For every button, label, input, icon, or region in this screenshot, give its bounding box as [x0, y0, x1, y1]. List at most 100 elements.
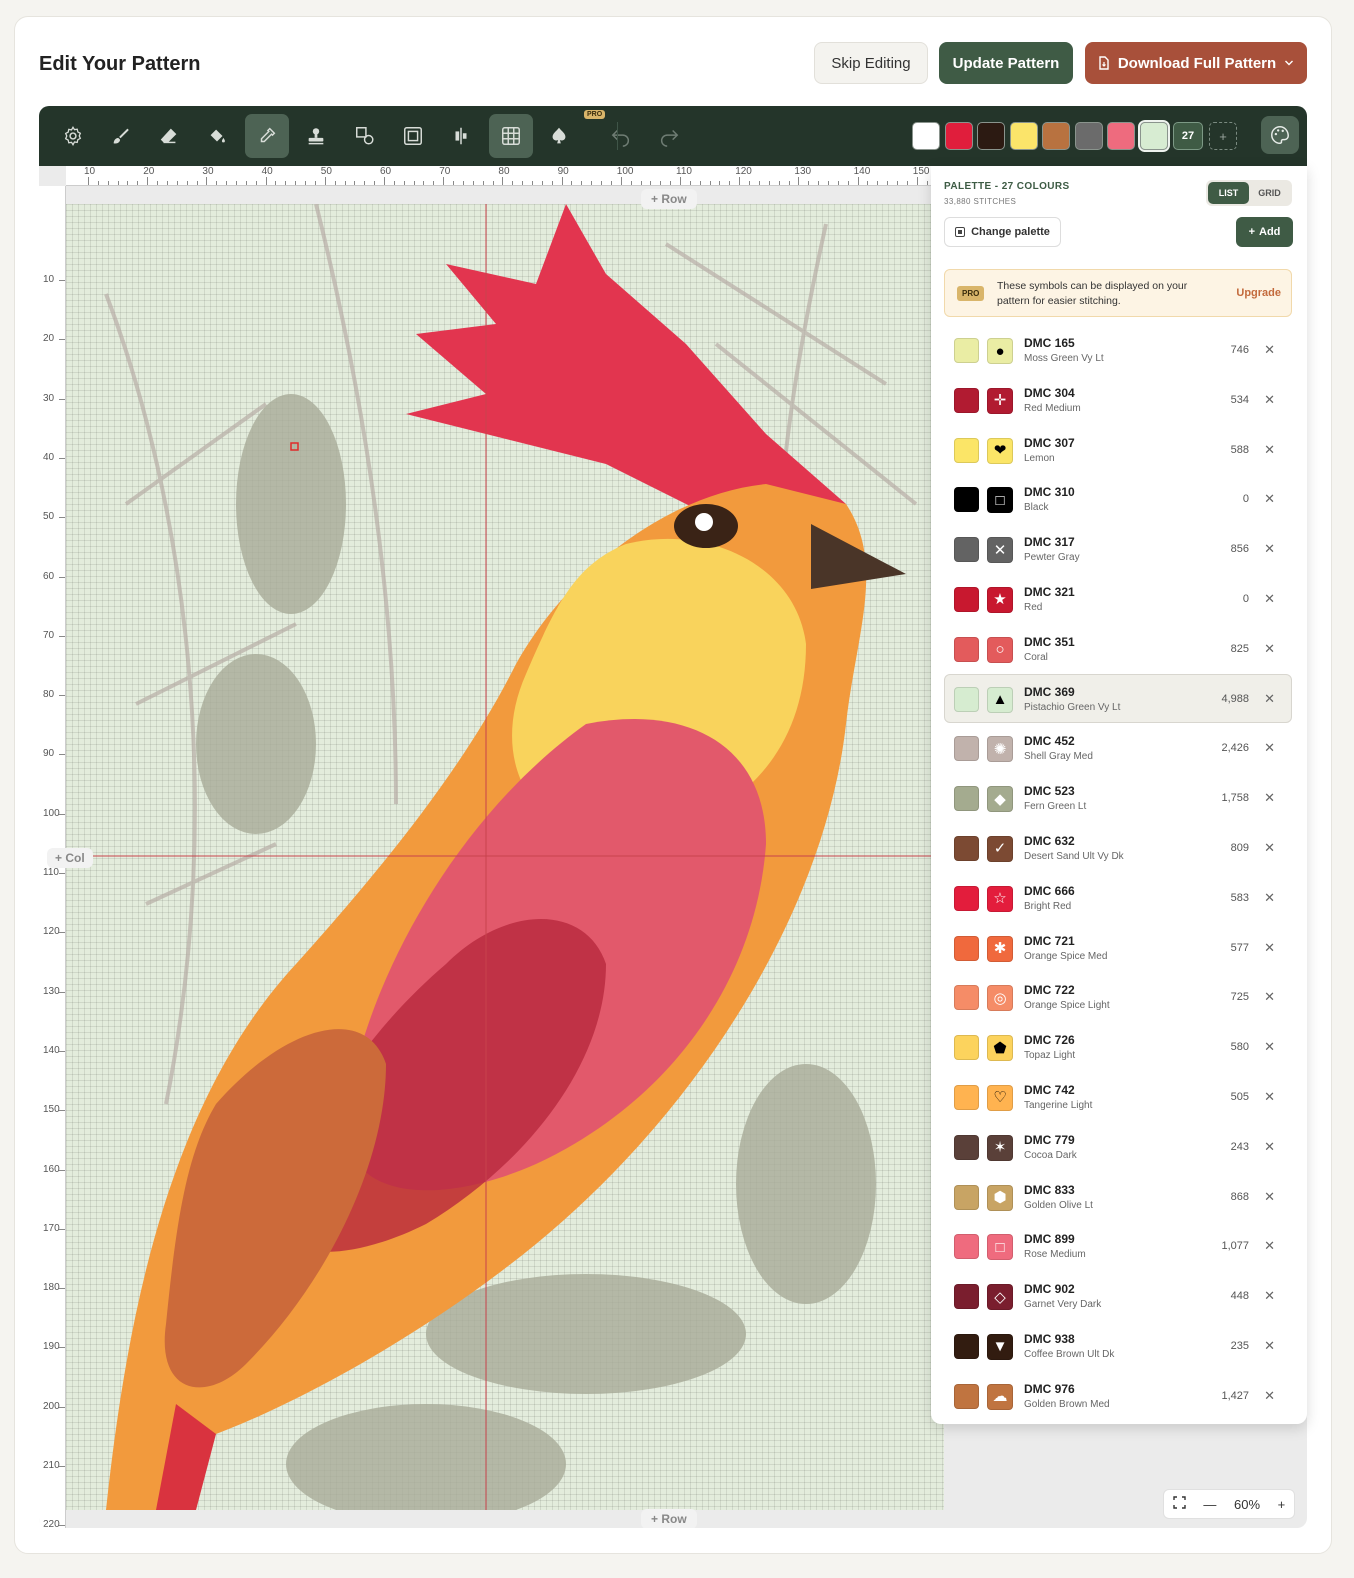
- colour-swatch[interactable]: [954, 1333, 979, 1359]
- colour-swatch[interactable]: [954, 985, 979, 1011]
- remove-colour-button[interactable]: ✕: [1264, 840, 1275, 856]
- palette-row[interactable]: ⬢ DMC 833 Golden Olive Lt 868 ✕: [944, 1172, 1292, 1222]
- palette-row[interactable]: ✶ DMC 779 Cocoa Dark 243 ✕: [944, 1122, 1292, 1172]
- zoom-out-button[interactable]: —: [1203, 1497, 1216, 1512]
- quick-swatch[interactable]: [944, 122, 973, 150]
- quick-swatch[interactable]: [1107, 122, 1135, 150]
- remove-colour-button[interactable]: ✕: [1264, 392, 1275, 408]
- shapes-tool-button[interactable]: [343, 114, 387, 158]
- remove-colour-button[interactable]: ✕: [1264, 691, 1275, 707]
- add-row-top-button[interactable]: + Row: [641, 189, 697, 209]
- colour-swatch[interactable]: [954, 935, 979, 961]
- colour-swatch[interactable]: [954, 1284, 979, 1310]
- remove-colour-button[interactable]: ✕: [1264, 1039, 1275, 1055]
- remove-colour-button[interactable]: ✕: [1264, 1139, 1275, 1155]
- quick-swatch[interactable]: [912, 122, 940, 150]
- remove-colour-button[interactable]: ✕: [1264, 890, 1275, 906]
- palette-row[interactable]: ✓ DMC 632 Desert Sand Ult Vy Dk 809 ✕: [944, 823, 1292, 873]
- skip-editing-button[interactable]: Skip Editing: [814, 42, 928, 84]
- grid-tool-button[interactable]: [489, 114, 533, 158]
- remove-colour-button[interactable]: ✕: [1264, 1238, 1275, 1254]
- change-palette-button[interactable]: Change palette: [944, 217, 1061, 247]
- palette-row[interactable]: ⬟ DMC 726 Topaz Light 580 ✕: [944, 1022, 1292, 1072]
- colour-swatch[interactable]: [954, 835, 979, 861]
- remove-colour-button[interactable]: ✕: [1264, 491, 1275, 507]
- palette-toggle-button[interactable]: [1261, 116, 1299, 154]
- eraser-tool-button[interactable]: [147, 114, 191, 158]
- colour-swatch[interactable]: [954, 636, 979, 662]
- remove-colour-button[interactable]: ✕: [1264, 740, 1275, 756]
- quick-swatch[interactable]: [1137, 120, 1170, 152]
- colour-swatch[interactable]: [954, 1234, 979, 1260]
- remove-colour-button[interactable]: ✕: [1264, 790, 1275, 806]
- palette-row[interactable]: ✕ DMC 317 Pewter Gray 856 ✕: [944, 524, 1292, 574]
- remove-colour-button[interactable]: ✕: [1264, 1089, 1275, 1105]
- remove-colour-button[interactable]: ✕: [1264, 1388, 1275, 1404]
- upgrade-link[interactable]: Upgrade: [1236, 287, 1281, 299]
- quick-swatch[interactable]: [977, 122, 1005, 150]
- palette-row[interactable]: ▲ DMC 369 Pistachio Green Vy Lt 4,988 ✕: [944, 673, 1292, 724]
- quick-swatch[interactable]: [1074, 122, 1103, 150]
- colour-swatch[interactable]: [954, 537, 979, 563]
- remove-colour-button[interactable]: ✕: [1264, 541, 1275, 557]
- grid-view-button[interactable]: GRID: [1249, 182, 1290, 204]
- remove-colour-button[interactable]: ✕: [1264, 1288, 1275, 1304]
- eyedropper-tool-button[interactable]: [245, 114, 289, 158]
- colour-swatch[interactable]: [954, 786, 979, 812]
- spade-tool-button[interactable]: [537, 114, 581, 158]
- add-colour-button[interactable]: + Add: [1236, 217, 1293, 247]
- frame-tool-button[interactable]: [391, 114, 435, 158]
- pattern-canvas[interactable]: [66, 204, 944, 1510]
- palette-row[interactable]: ✛ DMC 304 Red Medium 534 ✕: [944, 375, 1292, 425]
- update-pattern-button[interactable]: Update Pattern: [939, 42, 1073, 84]
- list-view-button[interactable]: LIST: [1208, 182, 1249, 204]
- palette-row[interactable]: □ DMC 899 Rose Medium 1,077 ✕: [944, 1221, 1292, 1271]
- zoom-in-button[interactable]: +: [1278, 1497, 1286, 1512]
- colour-swatch[interactable]: [954, 487, 979, 513]
- palette-row[interactable]: ♡ DMC 742 Tangerine Light 505 ✕: [944, 1072, 1292, 1122]
- palette-row[interactable]: ○ DMC 351 Coral 825 ✕: [944, 624, 1292, 674]
- add-column-button[interactable]: + Col: [47, 848, 93, 868]
- remove-colour-button[interactable]: ✕: [1264, 1338, 1275, 1354]
- remove-colour-button[interactable]: ✕: [1264, 1189, 1275, 1205]
- colour-swatch[interactable]: [954, 1134, 979, 1160]
- colour-swatch[interactable]: [954, 387, 979, 413]
- palette-row[interactable]: ▼ DMC 938 Coffee Brown Ult Dk 235 ✕: [944, 1321, 1292, 1371]
- palette-row[interactable]: □ DMC 310 Black 0 ✕: [944, 474, 1292, 524]
- palette-row[interactable]: ✱ DMC 721 Orange Spice Med 577 ✕: [944, 923, 1292, 973]
- palette-row[interactable]: ◇ DMC 902 Garnet Very Dark 448 ✕: [944, 1271, 1292, 1321]
- colour-swatch[interactable]: [954, 1035, 979, 1061]
- colour-swatch[interactable]: [954, 338, 979, 363]
- quick-swatch[interactable]: [1042, 122, 1070, 150]
- palette-row[interactable]: ◆ DMC 523 Fern Green Lt 1,758 ✕: [944, 773, 1292, 823]
- remove-colour-button[interactable]: ✕: [1264, 641, 1275, 657]
- palette-row[interactable]: ● DMC 165 Moss Green Vy Lt 746 ✕: [944, 325, 1292, 375]
- palette-row[interactable]: ✺ DMC 452 Shell Gray Med 2,426 ✕: [944, 723, 1292, 773]
- palette-row[interactable]: ❤ DMC 307 Lemon 588 ✕: [944, 425, 1292, 475]
- palette-row[interactable]: ★ DMC 321 Red 0 ✕: [944, 574, 1292, 624]
- quick-swatch[interactable]: [1009, 122, 1038, 150]
- colour-count-button[interactable]: 27: [1173, 122, 1203, 150]
- fill-bucket-tool-button[interactable]: [195, 114, 239, 158]
- undo-tool-button[interactable]: [599, 114, 643, 158]
- remove-colour-button[interactable]: ✕: [1264, 342, 1275, 358]
- colour-swatch[interactable]: [954, 1084, 979, 1110]
- colour-swatch[interactable]: [954, 437, 979, 463]
- download-full-pattern-button[interactable]: Download Full Pattern: [1085, 42, 1307, 84]
- colour-swatch[interactable]: [954, 1184, 979, 1210]
- palette-row[interactable]: ☁ DMC 976 Golden Brown Med 1,427 ✕: [944, 1371, 1292, 1421]
- colour-swatch[interactable]: [954, 885, 979, 911]
- colour-swatch[interactable]: [954, 686, 979, 712]
- add-row-bottom-button[interactable]: + Row: [641, 1509, 697, 1528]
- align-tool-button[interactable]: [439, 114, 483, 158]
- remove-colour-button[interactable]: ✕: [1264, 989, 1275, 1005]
- brush-tool-button[interactable]: [99, 114, 143, 158]
- palette-row[interactable]: ◎ DMC 722 Orange Spice Light 725 ✕: [944, 972, 1292, 1022]
- palette-row[interactable]: ☆ DMC 666 Bright Red 583 ✕: [944, 873, 1292, 923]
- fit-screen-icon[interactable]: [1173, 1496, 1186, 1512]
- stamp-tool-button[interactable]: [294, 114, 338, 158]
- settings-tool-button[interactable]: [51, 114, 95, 158]
- colour-swatch[interactable]: [954, 1383, 979, 1409]
- remove-colour-button[interactable]: ✕: [1264, 940, 1275, 956]
- remove-colour-button[interactable]: ✕: [1264, 591, 1275, 607]
